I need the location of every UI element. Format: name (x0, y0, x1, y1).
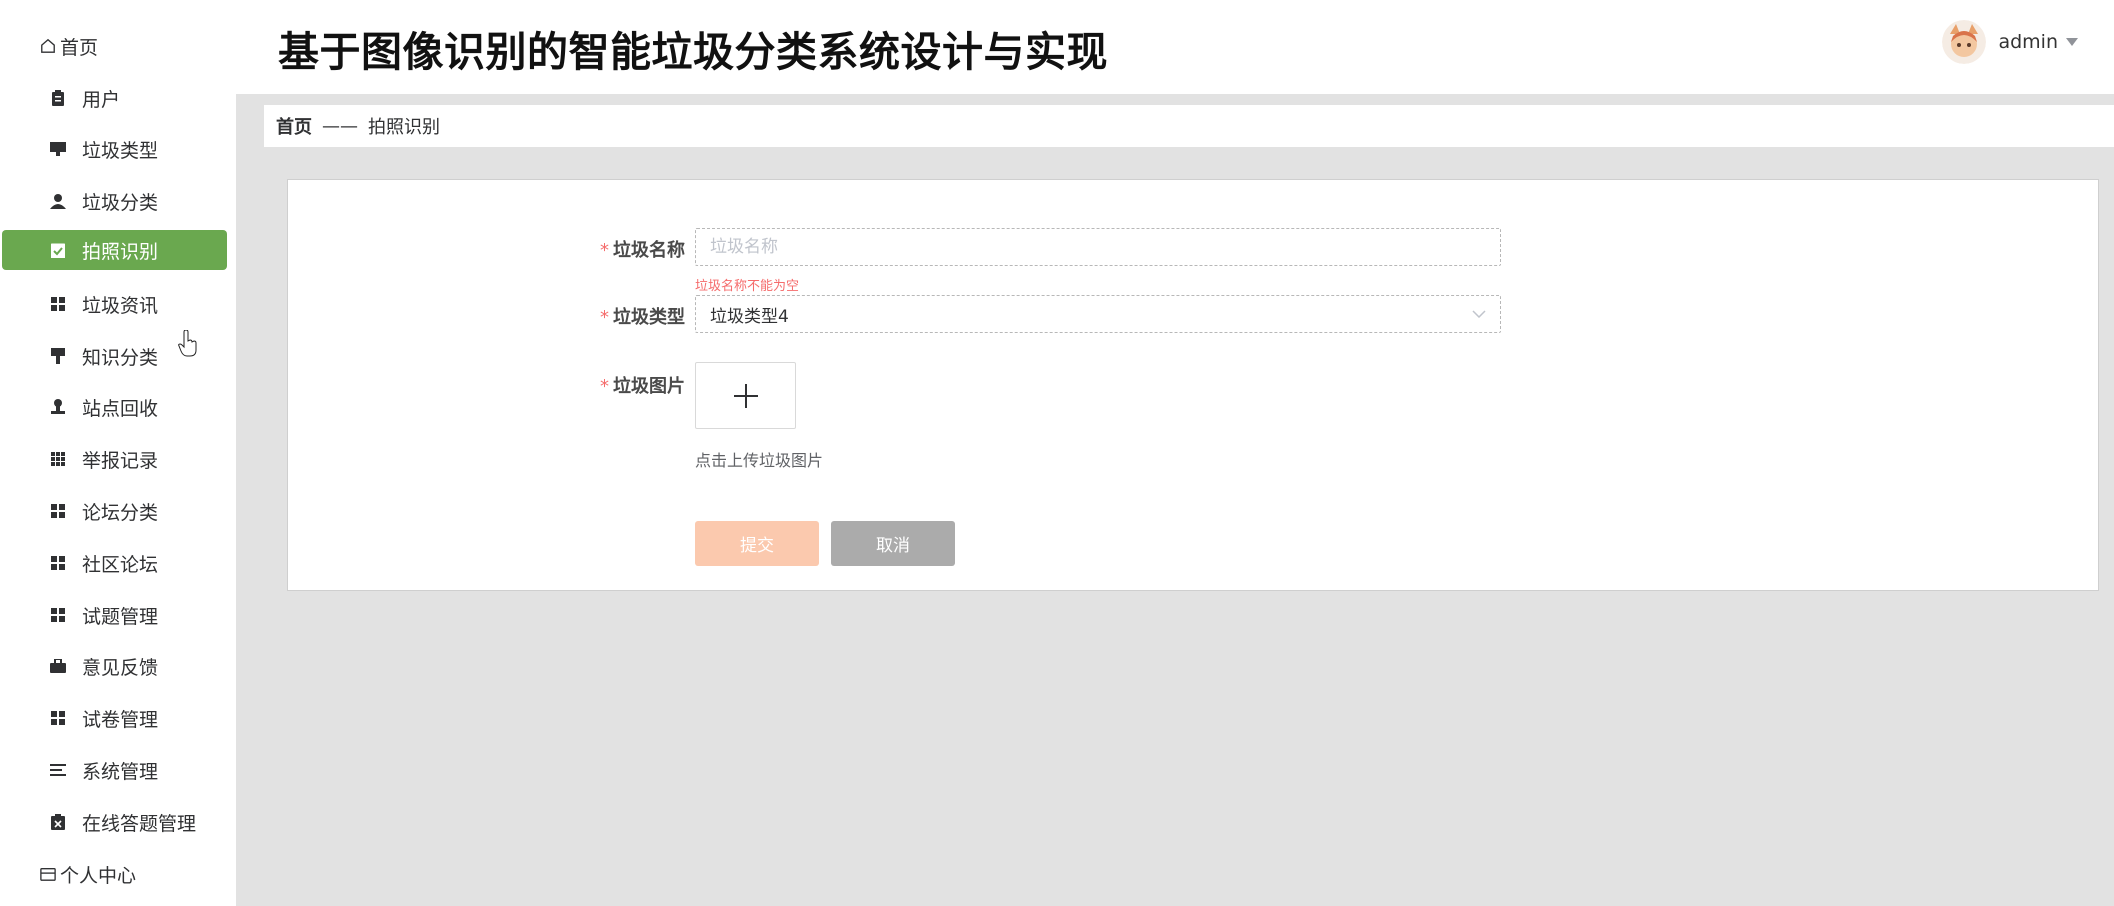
sidebar-item-label: 个人中心 (60, 864, 137, 887)
page-title: 基于图像识别的智能垃圾分类系统设计与实现 (278, 28, 1108, 76)
sidebar-item-label: 意见反馈 (82, 656, 159, 679)
sidebar-item-label: 垃圾类型 (82, 139, 159, 162)
sidebar-item-forum-category[interactable]: 论坛分类 (2, 491, 227, 531)
sidebar-item-question-management[interactable]: 试题管理 (2, 595, 227, 635)
sidebar-item-feedback[interactable]: 意见反馈 (2, 646, 227, 686)
sidebar: 首页 用户 垃圾类型 垃圾分类 拍照识别 垃圾资讯 知识分类 站点回收 举报记录… (0, 0, 236, 906)
brush-icon (50, 348, 66, 364)
sidebar-item-label: 用户 (82, 88, 121, 111)
garbage-name-input[interactable] (695, 228, 1501, 266)
caret-down-icon (2066, 38, 2078, 46)
cancel-button[interactable]: 取消 (831, 521, 955, 566)
sidebar-item-label: 首页 (60, 36, 99, 59)
user-menu[interactable]: admin (1942, 20, 2078, 64)
grid-icon (50, 710, 66, 726)
garbage-image-label: * 垃圾图片 (600, 376, 685, 397)
sidebar-item-label: 系统管理 (82, 760, 159, 783)
garbage-type-select[interactable]: 垃圾类型4 (695, 295, 1501, 333)
grid-icon (50, 607, 66, 623)
person-icon (50, 193, 66, 209)
grid-icon (50, 503, 66, 519)
sidebar-item-garbage-news[interactable]: 垃圾资讯 (2, 284, 227, 324)
grid-icon (50, 296, 66, 312)
grid-9-icon (50, 451, 66, 467)
required-mark: * (600, 240, 609, 261)
sidebar-item-label: 垃圾资讯 (82, 294, 159, 317)
sidebar-item-report-records[interactable]: 举报记录 (2, 439, 227, 479)
sidebar-item-photo-recognition[interactable]: 拍照识别 (2, 230, 227, 270)
sidebar-item-system-management[interactable]: 系统管理 (2, 750, 227, 790)
sidebar-item-online-quiz-management[interactable]: 在线答题管理 (2, 802, 227, 842)
sidebar-item-label: 知识分类 (82, 346, 159, 369)
header: 基于图像识别的智能垃圾分类系统设计与实现 admin (236, 0, 2114, 94)
grid-icon (50, 555, 66, 571)
breadcrumb: 首页 —— 拍照识别 (264, 105, 2114, 147)
sidebar-item-label: 论坛分类 (82, 501, 159, 524)
sidebar-item-label: 举报记录 (82, 449, 159, 472)
username: admin (1998, 31, 2058, 53)
sidebar-item-label: 在线答题管理 (82, 812, 197, 835)
submit-button[interactable]: 提交 (695, 521, 819, 566)
sidebar-item-station-recycling[interactable]: 站点回收 (2, 387, 227, 427)
breadcrumb-home[interactable]: 首页 (276, 113, 312, 139)
sidebar-item-exam-paper-management[interactable]: 试卷管理 (2, 698, 227, 738)
sidebar-item-garbage-type[interactable]: 垃圾类型 (2, 129, 227, 169)
garbage-type-value: 垃圾类型4 (710, 306, 789, 327)
avatar (1942, 20, 1987, 64)
garbage-name-error: 垃圾名称不能为空 (695, 279, 800, 294)
briefcase-icon (50, 658, 66, 674)
sidebar-item-garbage-category[interactable]: 垃圾分类 (2, 181, 227, 221)
clipboard-check-icon (50, 242, 66, 258)
form-card: *垃圾名称 垃圾名称不能为空 *垃圾类型 垃圾类型4 *垃圾图片 点击上传垃圾图… (287, 179, 2099, 591)
breadcrumb-separator: —— (322, 115, 358, 137)
image-upload-button[interactable] (695, 362, 796, 429)
clipboard-icon (50, 90, 66, 106)
home-icon (40, 38, 56, 54)
sidebar-item-label: 垃圾分类 (82, 191, 159, 214)
wallet-icon (40, 866, 56, 882)
list-icon (50, 762, 66, 778)
stamp-icon (50, 399, 66, 415)
required-mark: * (600, 307, 609, 328)
upload-hint: 点击上传垃圾图片 (695, 451, 824, 470)
sidebar-item-home[interactable]: 首页 (2, 26, 227, 66)
sidebar-item-label: 试题管理 (82, 605, 159, 628)
sidebar-item-label: 社区论坛 (82, 553, 159, 576)
sidebar-item-users[interactable]: 用户 (2, 78, 227, 118)
garbage-name-label: * 垃圾名称 (600, 240, 685, 261)
clipboard-x-icon (50, 814, 66, 830)
hand-cursor-icon (178, 330, 197, 357)
garbage-type-label: * 垃圾类型 (600, 307, 685, 328)
sidebar-item-label: 试卷管理 (82, 708, 159, 731)
sidebar-item-community-forum[interactable]: 社区论坛 (2, 543, 227, 583)
sidebar-item-label: 站点回收 (82, 397, 159, 420)
plus-icon (733, 383, 758, 408)
breadcrumb-current: 拍照识别 (368, 117, 440, 138)
monitor-icon (50, 141, 66, 157)
required-mark: * (600, 376, 609, 397)
sidebar-item-label: 拍照识别 (82, 240, 159, 263)
chevron-down-icon (1472, 310, 1486, 318)
sidebar-item-personal-center[interactable]: 个人中心 (2, 854, 227, 894)
